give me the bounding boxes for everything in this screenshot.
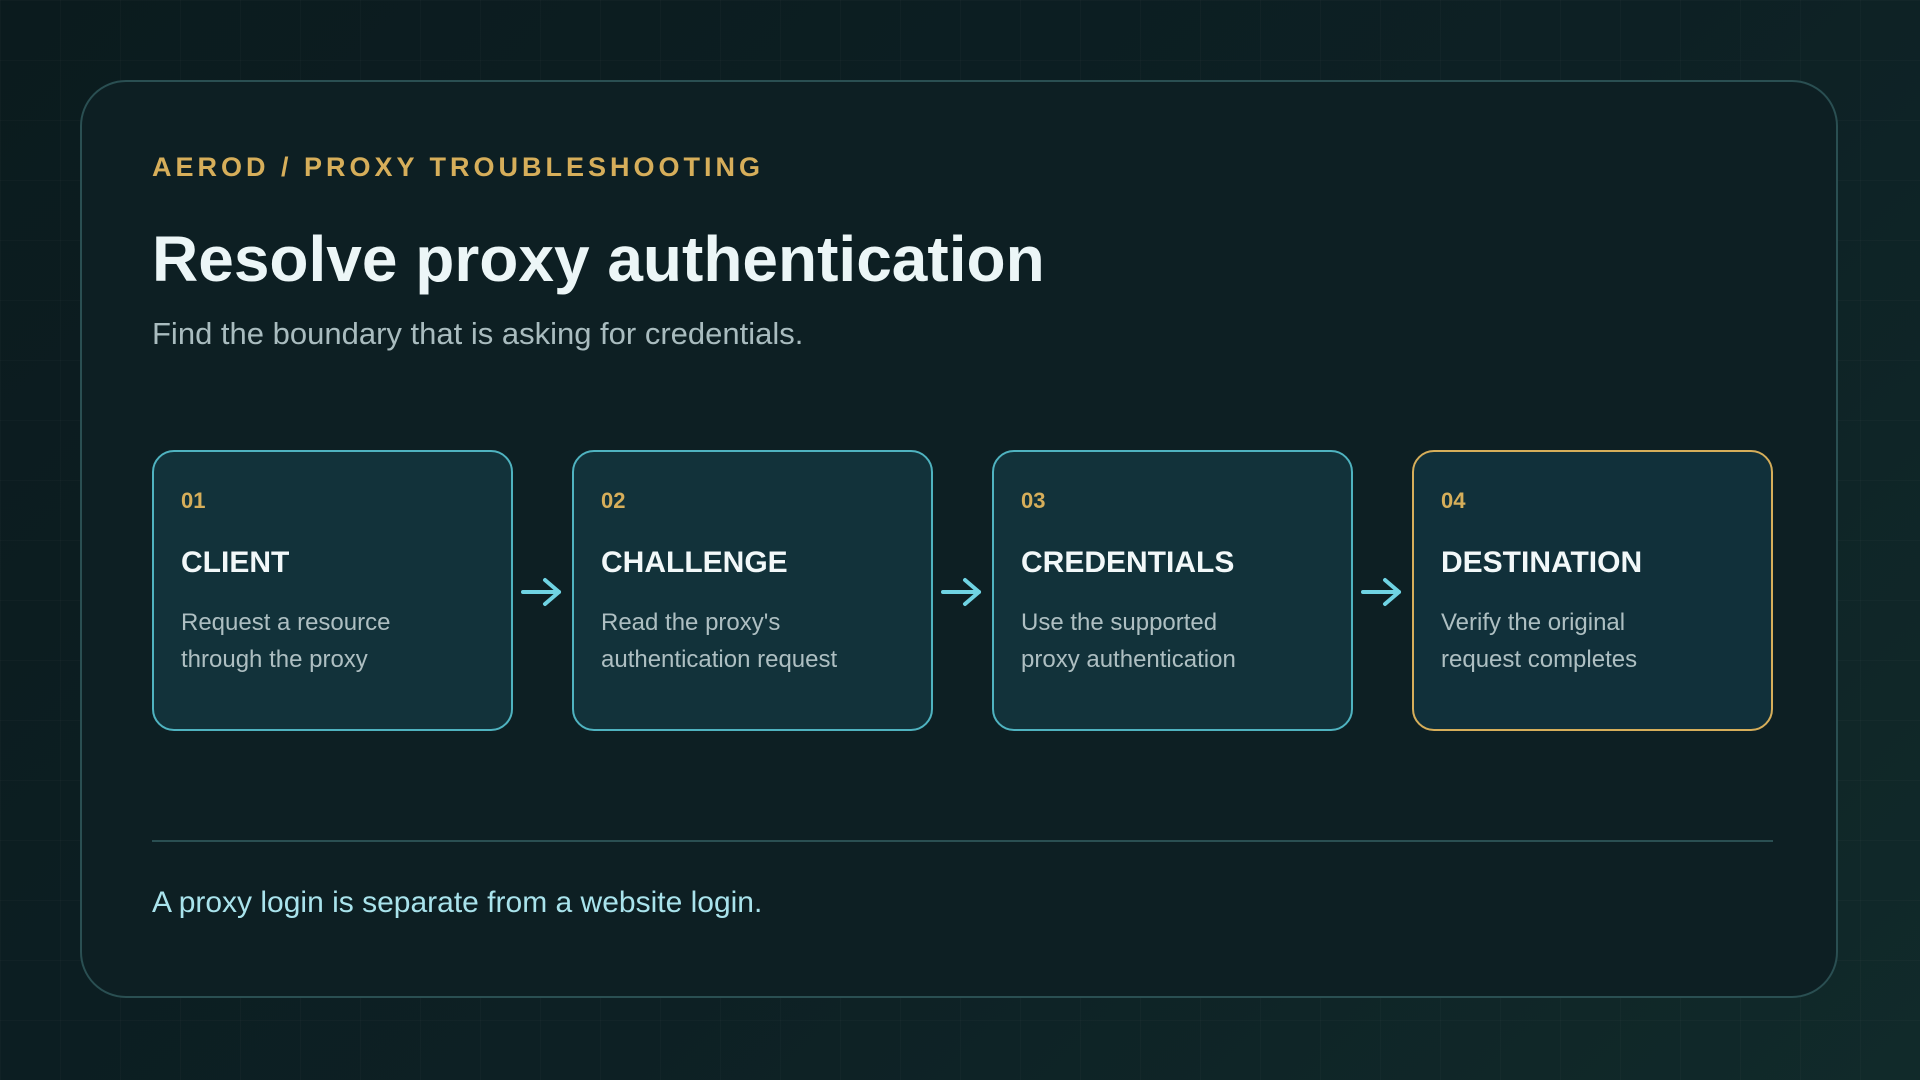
divider (152, 840, 1773, 842)
step-destination: 04 DESTINATION Verify the original reque… (1412, 450, 1773, 731)
step-description: Verify the original request completes (1441, 604, 1761, 678)
page-subtitle: Find the boundary that is asking for cre… (152, 316, 804, 351)
step-challenge: 02 CHALLENGE Read the proxy's authentica… (572, 450, 933, 731)
page-title: Resolve proxy authentication (152, 223, 1045, 295)
step-description-line: authentication request (601, 646, 838, 673)
footnote: A proxy login is separate from a website… (152, 886, 763, 919)
step-number: 02 (601, 488, 626, 513)
step-client: 01 CLIENT Request a resource through the… (152, 450, 513, 731)
step-description-line: Use the supported (1021, 609, 1218, 636)
step-description-line: proxy authentication (1021, 646, 1236, 673)
step-description-line: Request a resource (181, 609, 391, 636)
step-description: Read the proxy's authentication request (601, 604, 921, 678)
step-description-line: request completes (1441, 646, 1638, 673)
step-description-line: through the proxy (181, 646, 368, 673)
main-card: AEROD / PROXY TROUBLESHOOTING Resolve pr… (80, 80, 1838, 998)
step-number: 04 (1441, 488, 1466, 513)
step-description-line: Verify the original (1441, 609, 1626, 636)
step-number: 03 (1021, 488, 1046, 513)
step-title: CREDENTIALS (1021, 546, 1235, 579)
arrow-right-icon (521, 578, 561, 606)
step-description: Use the supported proxy authentication (1021, 604, 1341, 678)
step-credentials: 03 CREDENTIALS Use the supported proxy a… (992, 450, 1353, 731)
arrow-right-icon (1361, 578, 1401, 606)
arrow-right-icon (941, 578, 981, 606)
step-title: CLIENT (181, 546, 290, 579)
step-number: 01 (181, 488, 206, 513)
step-title: DESTINATION (1441, 546, 1643, 579)
step-description: Request a resource through the proxy (181, 604, 501, 678)
step-title: CHALLENGE (601, 546, 788, 579)
flow-diagram: 01 CLIENT Request a resource through the… (152, 450, 1773, 731)
breadcrumb: AEROD / PROXY TROUBLESHOOTING (152, 152, 765, 182)
step-description-line: Read the proxy's (601, 609, 781, 636)
